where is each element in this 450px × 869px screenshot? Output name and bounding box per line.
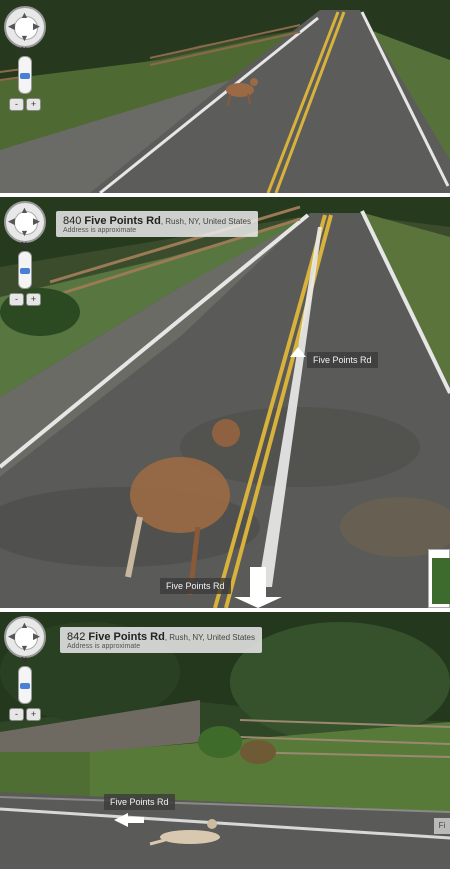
address-street: Five Points Rd [84, 215, 161, 227]
zoom-in-button[interactable]: + [26, 98, 41, 111]
zoom-out-button[interactable]: - [9, 293, 24, 306]
pan-up-icon[interactable]: ▲ [20, 206, 29, 215]
mini-map-thumbnail[interactable] [428, 549, 450, 608]
pan-right-icon[interactable]: ▶ [33, 217, 40, 226]
zoom-out-button[interactable]: - [9, 708, 24, 721]
compass-north-label: N [21, 46, 27, 55]
address-box: 842 Five Points Rd, Rush, NY, United Sta… [60, 627, 262, 653]
streetview-panel-3[interactable]: ▲ ▼ ◀ ▶ N - + 842 Five Points Rd, Rush, … [0, 612, 450, 869]
address-locality: , Rush, NY, United States [160, 217, 251, 226]
pan-right-icon[interactable]: ▶ [33, 632, 40, 641]
pan-down-icon[interactable]: ▼ [20, 34, 29, 43]
street-scene-2[interactable] [0, 197, 450, 608]
pan-left-icon[interactable]: ◀ [8, 22, 15, 31]
address-number: 840 [63, 215, 82, 227]
street-scene-1[interactable] [0, 0, 450, 193]
address-note: Address is approximate [67, 643, 141, 650]
zoom-slider-icon[interactable] [18, 251, 32, 289]
pan-left-icon[interactable]: ◀ [8, 217, 15, 226]
zoom-in-button[interactable]: + [26, 293, 41, 306]
pan-down-icon[interactable]: ▼ [20, 644, 29, 653]
zoom-slider-handle[interactable] [20, 268, 30, 274]
zoom-slider-handle[interactable] [20, 683, 30, 689]
zoom-out-button[interactable]: - [9, 98, 24, 111]
road-label-back[interactable]: Five Points Rd [160, 578, 231, 594]
road-label-ahead[interactable]: Five Points Rd [307, 352, 378, 368]
pan-left-icon[interactable]: ◀ [8, 632, 15, 641]
streetview-panel-1[interactable]: ▲ ▼ ◀ ▶ N - + [0, 0, 450, 193]
compass-north-label: N [21, 656, 27, 665]
address-number: 842 [67, 631, 86, 643]
pan-right-icon[interactable]: ▶ [33, 22, 40, 31]
road-label[interactable]: Five Points Rd [104, 794, 175, 810]
zoom-slider-handle[interactable] [20, 73, 30, 79]
zoom-in-button[interactable]: + [26, 708, 41, 721]
pan-up-icon[interactable]: ▲ [20, 11, 29, 20]
road-label-edge[interactable]: Fi [434, 818, 450, 834]
address-note: Address is approximate [63, 227, 137, 234]
pan-up-icon[interactable]: ▲ [20, 621, 29, 630]
zoom-slider-icon[interactable] [18, 56, 32, 94]
address-locality: , Rush, NY, United States [164, 633, 255, 642]
zoom-slider-icon[interactable] [18, 666, 32, 704]
compass-north-label: N [21, 241, 27, 250]
address-street: Five Points Rd [88, 631, 165, 643]
streetview-panel-2[interactable]: ▲ ▼ ◀ ▶ N - + 840 Five Points Rd, Rush, … [0, 197, 450, 608]
pan-down-icon[interactable]: ▼ [20, 229, 29, 238]
address-box: 840 Five Points Rd, Rush, NY, United Sta… [56, 211, 258, 237]
